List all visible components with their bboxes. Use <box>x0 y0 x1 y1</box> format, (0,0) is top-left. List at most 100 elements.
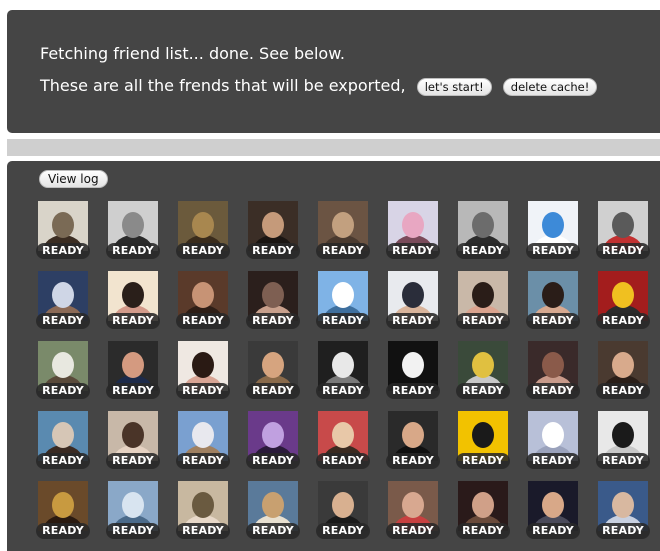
friend-tile[interactable]: READY <box>456 411 510 473</box>
friend-tile[interactable]: READY <box>526 411 580 473</box>
friend-tile[interactable]: READY <box>36 481 90 543</box>
export-friends-page: Fetching friend list... done. See below.… <box>0 0 660 551</box>
friend-tile[interactable]: READY <box>176 271 230 333</box>
friend-tile[interactable]: READY <box>246 411 300 473</box>
lets-start-button[interactable]: let's start! <box>416 77 492 96</box>
friend-tile[interactable]: READY <box>246 341 300 403</box>
friend-tile[interactable]: READY <box>316 411 370 473</box>
friend-tile[interactable]: READY <box>526 201 580 263</box>
ready-label: READY <box>456 453 510 469</box>
ready-label: READY <box>596 243 650 259</box>
ready-label: READY <box>456 313 510 329</box>
ready-label: READY <box>246 383 300 399</box>
friend-tile[interactable]: READY <box>596 201 650 263</box>
ready-label: READY <box>36 313 90 329</box>
friend-tile[interactable]: READY <box>316 481 370 543</box>
ready-label: READY <box>176 523 230 539</box>
friend-tile[interactable]: READY <box>36 341 90 403</box>
ready-label: READY <box>316 523 370 539</box>
ready-label: READY <box>36 383 90 399</box>
friend-tile[interactable]: READY <box>596 411 650 473</box>
ready-label: READY <box>36 523 90 539</box>
friend-tile[interactable]: READY <box>106 271 160 333</box>
friend-tile[interactable]: READY <box>176 341 230 403</box>
friend-tile[interactable]: READY <box>456 481 510 543</box>
friend-tile[interactable]: READY <box>526 481 580 543</box>
friend-tile[interactable]: READY <box>176 201 230 263</box>
status-panel: Fetching friend list... done. See below.… <box>7 10 660 133</box>
friend-tile[interactable]: READY <box>456 341 510 403</box>
friend-tile[interactable]: READY <box>176 411 230 473</box>
ready-label: READY <box>246 313 300 329</box>
friend-tile[interactable]: READY <box>246 481 300 543</box>
export-status-text: These are all the frends that will be ex… <box>40 76 406 95</box>
ready-label: READY <box>526 243 580 259</box>
ready-label: READY <box>386 523 440 539</box>
friend-tile[interactable]: READY <box>386 341 440 403</box>
ready-label: READY <box>456 243 510 259</box>
friend-tile[interactable]: READY <box>386 201 440 263</box>
ready-label: READY <box>526 453 580 469</box>
ready-label: READY <box>526 523 580 539</box>
ready-label: READY <box>176 313 230 329</box>
ready-label: READY <box>106 523 160 539</box>
export-status-line: These are all the frends that will be ex… <box>40 76 598 96</box>
ready-label: READY <box>246 523 300 539</box>
ready-label: READY <box>316 313 370 329</box>
ready-label: READY <box>596 313 650 329</box>
ready-label: READY <box>386 383 440 399</box>
ready-label: READY <box>386 453 440 469</box>
friend-tile[interactable]: READY <box>246 271 300 333</box>
ready-label: READY <box>526 313 580 329</box>
ready-label: READY <box>596 523 650 539</box>
ready-label: READY <box>176 453 230 469</box>
ready-label: READY <box>316 453 370 469</box>
friend-tile[interactable]: READY <box>596 481 650 543</box>
friend-tile[interactable]: READY <box>596 271 650 333</box>
friend-tile[interactable]: READY <box>176 481 230 543</box>
view-log-button[interactable]: View log <box>39 170 108 188</box>
progress-divider <box>7 139 660 156</box>
ready-label: READY <box>36 453 90 469</box>
ready-label: READY <box>106 453 160 469</box>
friend-tile[interactable]: READY <box>456 201 510 263</box>
friend-tile[interactable]: READY <box>596 341 650 403</box>
ready-label: READY <box>316 383 370 399</box>
friend-tile[interactable]: READY <box>106 201 160 263</box>
friend-tile[interactable]: READY <box>526 271 580 333</box>
ready-label: READY <box>246 243 300 259</box>
friend-tile[interactable]: READY <box>106 481 160 543</box>
friend-tile[interactable]: READY <box>106 411 160 473</box>
friend-tile[interactable]: READY <box>456 271 510 333</box>
ready-label: READY <box>456 523 510 539</box>
delete-cache-button[interactable]: delete cache! <box>502 77 598 96</box>
friend-tile[interactable]: READY <box>36 201 90 263</box>
ready-label: READY <box>106 243 160 259</box>
friend-tile[interactable]: READY <box>36 411 90 473</box>
ready-label: READY <box>106 383 160 399</box>
ready-label: READY <box>176 383 230 399</box>
fetch-status-text: Fetching friend list... done. See below. <box>40 44 345 63</box>
ready-label: READY <box>316 243 370 259</box>
friend-tile[interactable]: READY <box>386 481 440 543</box>
ready-label: READY <box>526 383 580 399</box>
ready-label: READY <box>386 243 440 259</box>
ready-label: READY <box>176 243 230 259</box>
friend-tile[interactable]: READY <box>526 341 580 403</box>
friend-tile[interactable]: READY <box>36 271 90 333</box>
friend-tile[interactable]: READY <box>316 201 370 263</box>
ready-label: READY <box>596 383 650 399</box>
ready-label: READY <box>596 453 650 469</box>
friend-grid: READY READY READY READY READY READY READY READY… <box>36 201 660 551</box>
friend-tile[interactable]: READY <box>106 341 160 403</box>
friend-tile[interactable]: READY <box>316 271 370 333</box>
friend-tile[interactable]: READY <box>386 271 440 333</box>
friend-tile[interactable]: READY <box>386 411 440 473</box>
friends-panel: View log READY READY READY READY READY READY R… <box>7 161 660 551</box>
ready-label: READY <box>36 243 90 259</box>
ready-label: READY <box>106 313 160 329</box>
ready-label: READY <box>386 313 440 329</box>
friend-tile[interactable]: READY <box>316 341 370 403</box>
ready-label: READY <box>456 383 510 399</box>
friend-tile[interactable]: READY <box>246 201 300 263</box>
